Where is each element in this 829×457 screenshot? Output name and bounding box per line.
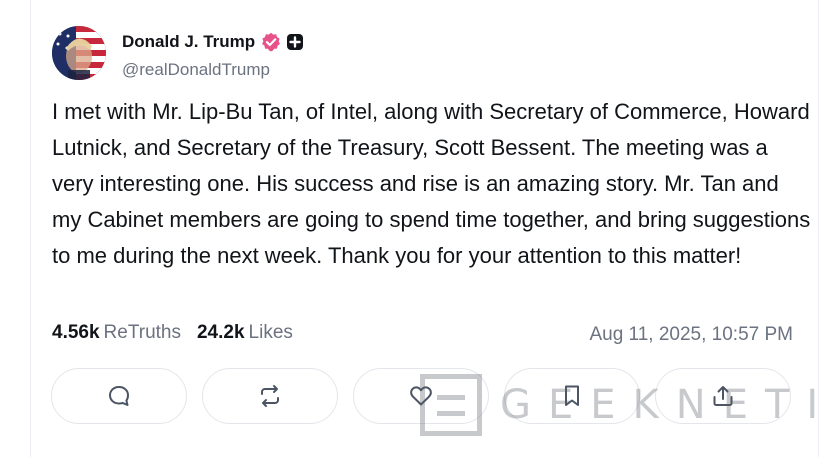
watermark-logo-icon xyxy=(420,374,482,436)
author-avatar[interactable] xyxy=(52,26,106,80)
plus-badge-icon xyxy=(287,34,304,50)
retruths-count[interactable]: 4.56k xyxy=(52,322,100,344)
post-stats: 4.56k ReTruths 24.2k Likes xyxy=(52,322,293,344)
reply-button[interactable] xyxy=(51,368,187,424)
watermark-overlay: GEEKNETIC xyxy=(420,372,829,438)
post-timestamp[interactable]: Aug 11, 2025, 10:57 PM xyxy=(589,324,793,346)
author-display-name[interactable]: Donald J. Trump xyxy=(122,32,255,52)
reply-bubble-icon xyxy=(109,386,129,406)
post-body-text: I met with Mr. Lip-Bu Tan, of Intel, alo… xyxy=(52,99,811,268)
retruth-button[interactable] xyxy=(202,368,338,424)
profile-avatar-flag-icon xyxy=(52,26,106,80)
likes-count[interactable]: 24.2k xyxy=(197,322,245,344)
author-handle[interactable]: @realDonaldTrump xyxy=(122,60,270,80)
likes-label[interactable]: Likes xyxy=(249,322,293,344)
retruths-label[interactable]: ReTruths xyxy=(104,322,181,344)
watermark-text: GEEKNETIC xyxy=(500,382,829,428)
card-border-left xyxy=(30,0,31,457)
repost-arrows-icon xyxy=(261,385,279,407)
author-name-row: Donald J. Trump xyxy=(122,31,304,53)
verified-check-badge-icon xyxy=(262,32,281,52)
